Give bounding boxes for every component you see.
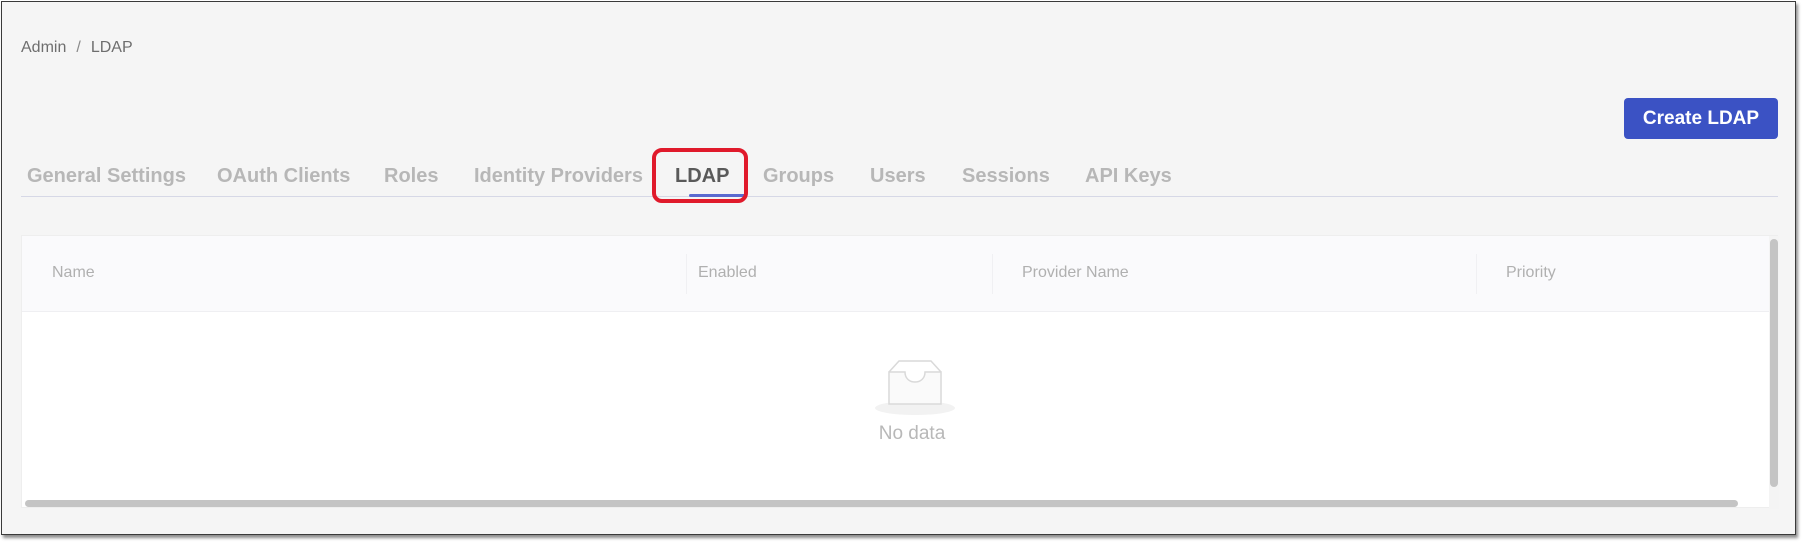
tab-roles[interactable]: Roles <box>384 165 438 188</box>
inbox-icon <box>875 360 955 415</box>
horizontal-scrollbar-thumb[interactable] <box>25 500 1738 507</box>
ldap-table: Name Enabled Provider Name Priority No d… <box>21 235 1779 509</box>
breadcrumb-ldap: LDAP <box>90 39 133 56</box>
tab-oauth-clients[interactable]: OAuth Clients <box>217 165 350 188</box>
tab-identity-providers[interactable]: Identity Providers <box>474 165 643 188</box>
tab-sessions[interactable]: Sessions <box>962 165 1050 188</box>
column-header-name[interactable]: Name <box>52 264 95 282</box>
breadcrumb-admin[interactable]: Admin <box>21 39 66 57</box>
admin-page: Admin / LDAP Create LDAP General Setting… <box>1 1 1796 535</box>
tab-groups[interactable]: Groups <box>763 165 834 188</box>
tab-users[interactable]: Users <box>870 165 926 188</box>
column-divider <box>992 254 993 294</box>
column-header-provider-name[interactable]: Provider Name <box>1022 264 1129 282</box>
tab-highlight-box <box>652 148 748 203</box>
column-header-priority[interactable]: Priority <box>1506 264 1556 282</box>
column-divider <box>686 254 687 294</box>
breadcrumb: Admin / LDAP <box>21 39 133 57</box>
column-divider <box>1476 254 1477 294</box>
column-header-enabled[interactable]: Enabled <box>698 264 757 282</box>
empty-state-text: No data <box>878 423 946 444</box>
create-ldap-button[interactable]: Create LDAP <box>1624 98 1778 139</box>
table-header: Name Enabled Provider Name Priority <box>22 236 1769 312</box>
tab-bar: General Settings OAuth Clients Roles Ide… <box>21 157 1778 197</box>
vertical-scrollbar-thumb[interactable] <box>1770 239 1778 487</box>
breadcrumb-separator: / <box>76 39 81 56</box>
tab-api-keys[interactable]: API Keys <box>1085 165 1172 188</box>
tab-general-settings[interactable]: General Settings <box>27 165 186 188</box>
